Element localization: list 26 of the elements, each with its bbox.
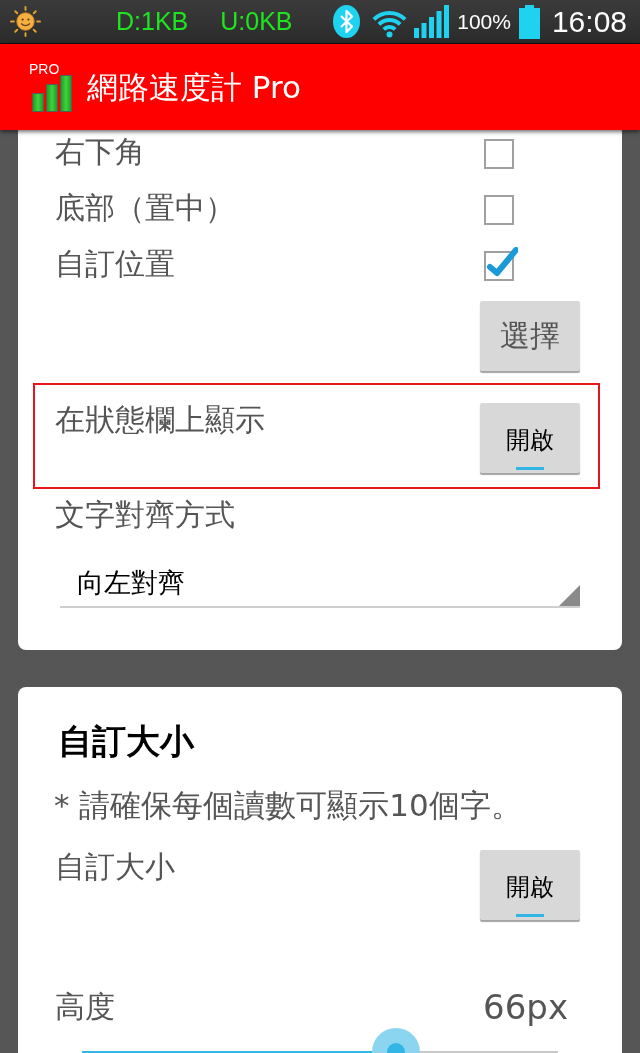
logo-badge-text: PRO: [29, 62, 60, 75]
setting-label: 文字對齊方式: [55, 497, 235, 532]
option-label: 自訂位置: [55, 247, 175, 281]
corner-triangle-icon: [559, 585, 580, 606]
battery-percent: 100%: [457, 11, 511, 32]
bluetooth-icon: [333, 5, 361, 38]
note-text: * 請確保每個讀數可顯示10個字。: [53, 787, 523, 823]
smiley-sun-icon: [10, 6, 41, 37]
setting-label: 高度: [55, 990, 115, 1024]
slider-reading: 66px: [483, 987, 568, 1027]
download-speed: D:1KB: [116, 9, 189, 34]
clock-time: 16:08: [551, 6, 627, 37]
upload-speed: U:0KB: [220, 9, 293, 34]
setting-label: 在狀態欄上顯示: [55, 403, 265, 437]
section-title: 自訂大小: [57, 723, 196, 759]
toggle-button[interactable]: 開啟: [480, 850, 580, 920]
dropdown[interactable]: 向左對齊: [60, 568, 580, 608]
setting-label: 自訂大小: [55, 850, 175, 884]
select-button[interactable]: 選擇: [480, 301, 580, 371]
toggle-button[interactable]: 開啟: [480, 403, 580, 473]
battery-icon: [518, 4, 540, 39]
option-label: 底部（置中）: [55, 191, 235, 225]
signal-bars-icon: [414, 5, 450, 38]
option-label: 右下角: [55, 135, 145, 169]
app-title: 網路速度計 Pro: [87, 69, 302, 105]
bar-chart-icon: [32, 74, 73, 112]
